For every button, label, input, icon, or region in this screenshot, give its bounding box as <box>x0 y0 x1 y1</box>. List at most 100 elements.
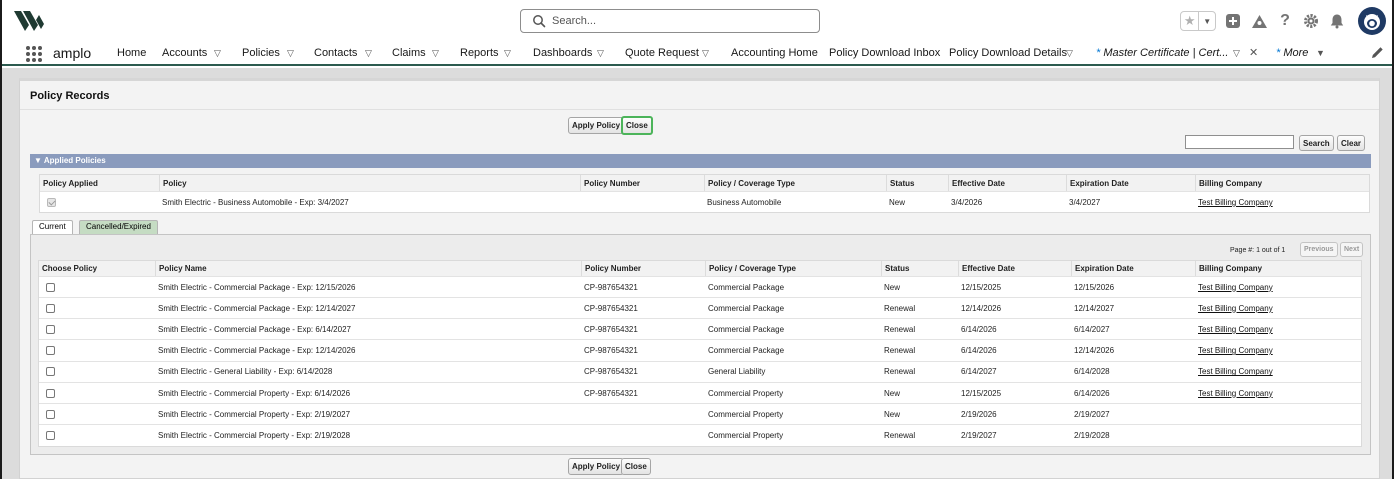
applied-policies-table: Policy Applied Policy Policy Number Poli… <box>39 174 1370 213</box>
nav-item-policies[interactable]: Policies <box>242 47 280 59</box>
nav-item-dashboards[interactable]: Dashboards <box>533 47 592 59</box>
user-avatar[interactable] <box>1358 7 1386 35</box>
trailhead-icon[interactable] <box>1250 12 1268 30</box>
chevron-down-icon[interactable]: ▽ <box>504 48 511 59</box>
billing-company-link[interactable]: Test Billing Company <box>1198 346 1273 355</box>
choose-policy-checkbox[interactable] <box>46 409 55 419</box>
billing-company-link[interactable]: Test Billing Company <box>1198 283 1273 292</box>
policy-filter-input[interactable] <box>1185 135 1294 149</box>
chevron-down-icon[interactable]: ▽ <box>597 48 604 59</box>
policy-name-cell: Smith Electric - Commercial Package - Ex… <box>158 324 351 334</box>
nav-item-quote-request[interactable]: Quote Request <box>625 47 699 59</box>
previous-page-button[interactable]: Previous <box>1300 242 1338 257</box>
help-icon[interactable]: ? <box>1276 12 1294 30</box>
tab-current[interactable]: Current <box>32 220 73 234</box>
apply-policy-button-bottom[interactable]: Apply Policy <box>568 458 625 475</box>
nav-tab-master-certificate[interactable]: * Master Certificate | Cert... <box>1096 47 1228 59</box>
column-header: Expiration Date <box>1066 175 1195 191</box>
chevron-down-icon[interactable]: ▽ <box>432 48 439 59</box>
billing-company-cell: Test Billing Company <box>1195 192 1371 213</box>
star-icon: ★ <box>1183 13 1196 28</box>
billing-company-link[interactable]: Test Billing Company <box>1198 304 1273 313</box>
choose-policy-checkbox[interactable] <box>46 388 55 398</box>
column-header: Effective Date <box>958 261 1071 276</box>
column-header: Policy <box>159 175 580 191</box>
amplo-logo[interactable] <box>14 10 44 32</box>
apply-policy-button-top[interactable]: Apply Policy <box>568 117 625 134</box>
billing-company-link[interactable]: Test Billing Company <box>1198 198 1273 207</box>
app-launcher-icon[interactable] <box>26 46 42 62</box>
coverage-type-cell: Commercial Package <box>708 303 785 313</box>
edit-nav-pencil-icon[interactable] <box>1371 46 1384 59</box>
chevron-down-icon[interactable]: ▽ <box>702 48 709 59</box>
choose-policy-checkbox[interactable] <box>46 367 55 377</box>
expiration-date-cell: 2/19/2028 <box>1074 431 1110 441</box>
policy-number-cell: CP-987654321 <box>584 367 638 377</box>
chevron-down-icon[interactable]: ▽ <box>287 48 294 59</box>
column-header: Billing Company <box>1195 175 1371 191</box>
expiration-date-cell: 6/14/2026 <box>1074 388 1110 398</box>
nav-item-contacts[interactable]: Contacts <box>314 47 357 59</box>
expiration-date-cell: 3/4/2027 <box>1069 198 1101 207</box>
chevron-down-icon[interactable]: ▽ <box>365 48 372 59</box>
search-button[interactable]: Search <box>1299 135 1334 151</box>
caret-down-icon[interactable]: ▼ <box>1316 48 1325 58</box>
gear-icon[interactable] <box>1302 12 1320 30</box>
close-button-bottom[interactable]: Close <box>621 458 651 475</box>
billing-company-link[interactable]: Test Billing Company <box>1198 389 1273 398</box>
nav-item-reports[interactable]: Reports <box>460 47 499 59</box>
chevron-down-icon[interactable]: ▽ <box>214 48 221 59</box>
expiration-date-cell: 6/14/2028 <box>1074 367 1110 377</box>
status-cell: New <box>884 388 901 398</box>
clear-button[interactable]: Clear <box>1337 135 1366 151</box>
next-page-button[interactable]: Next <box>1340 242 1364 257</box>
nav-item-policy-download-inbox[interactable]: Policy Download Inbox <box>829 47 940 59</box>
nav-item-home[interactable]: Home <box>117 47 146 59</box>
nav-more-menu[interactable]: * More <box>1276 47 1308 59</box>
tab-cancelled-expired[interactable]: Cancelled/Expired <box>79 220 158 234</box>
global-actions-plus-icon[interactable] <box>1224 12 1242 30</box>
nav-item-claims[interactable]: Claims <box>392 47 426 59</box>
favorites-button[interactable]: ★ ▼ <box>1180 11 1216 31</box>
coverage-type-cell: Commercial Package <box>708 282 785 292</box>
expiration-date-cell: 12/14/2026 <box>1074 346 1115 356</box>
nav-item-policy-download-details[interactable]: Policy Download Details <box>949 47 1067 59</box>
nav-item-accounting-home[interactable]: Accounting Home <box>731 47 818 59</box>
table-row: Smith Electric - Business Automobile - E… <box>40 192 1369 213</box>
nav-item-accounts[interactable]: Accounts <box>162 47 207 59</box>
choose-policy-checkbox[interactable] <box>46 346 55 356</box>
effective-date-cell: 12/15/2025 <box>961 282 1002 292</box>
global-search-input[interactable] <box>552 15 802 27</box>
coverage-type-cell: Business Automobile <box>707 198 782 207</box>
choose-policy-checkbox[interactable] <box>46 431 55 441</box>
applied-policies-header[interactable]: ▼ Applied Policies <box>30 154 1371 168</box>
table-row: Smith Electric - Commercial Package - Ex… <box>39 319 1363 341</box>
column-header: Expiration Date <box>1071 261 1195 276</box>
panel-title: Policy Records <box>30 90 110 102</box>
policy-name-cell: Smith Electric - Commercial Package - Ex… <box>158 303 356 313</box>
chevron-down-icon[interactable]: ▼ <box>1198 12 1215 30</box>
billing-company-link[interactable]: Test Billing Company <box>1198 325 1273 334</box>
choose-policy-checkbox[interactable] <box>46 303 55 313</box>
more-marker: * <box>1276 47 1281 59</box>
expiration-date-cell: 6/14/2027 <box>1074 324 1110 334</box>
close-icon[interactable]: ✕ <box>1249 46 1258 59</box>
global-search-box[interactable] <box>520 9 820 33</box>
bell-icon[interactable] <box>1328 12 1346 30</box>
coverage-type-cell: Commercial Package <box>708 346 785 356</box>
chevron-down-icon[interactable]: ▽ <box>1066 48 1073 59</box>
panel-divider <box>20 109 1379 110</box>
chevron-down-icon[interactable]: ▽ <box>1233 48 1240 59</box>
billing-company-link[interactable]: Test Billing Company <box>1198 367 1273 376</box>
policy-name-cell: Smith Electric - Commercial Property - E… <box>158 409 351 419</box>
effective-date-cell: 2/19/2026 <box>961 409 997 419</box>
billing-company-cell: Test Billing Company <box>1195 319 1363 339</box>
expiration-date-cell: 2/19/2027 <box>1074 409 1110 419</box>
close-button-top[interactable]: Close <box>621 116 653 135</box>
nav-more-label: More <box>1283 47 1309 59</box>
column-header: Choose Policy <box>42 264 98 273</box>
choose-policy-checkbox[interactable] <box>46 324 55 334</box>
choose-policy-checkbox[interactable] <box>46 282 55 292</box>
policy-number-cell: CP-987654321 <box>584 303 638 313</box>
coverage-type-cell: Commercial Property <box>708 431 784 441</box>
